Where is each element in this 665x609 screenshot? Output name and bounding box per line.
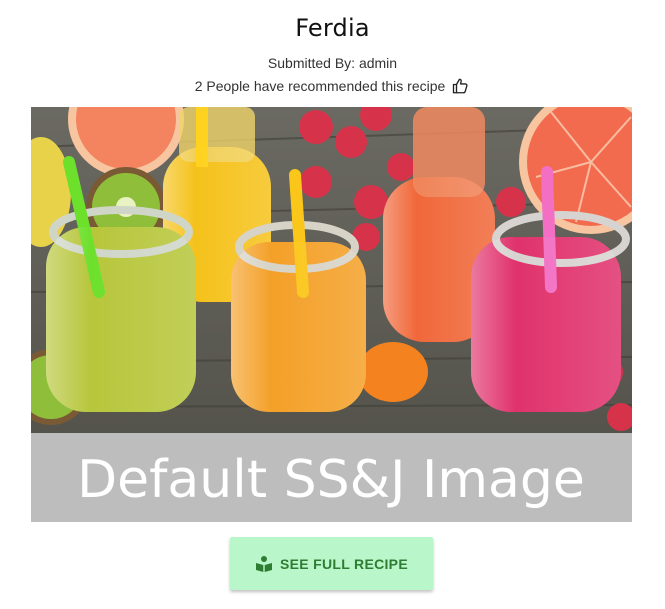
- recommend-count-text: 2 People have recommended this recipe: [194, 78, 446, 94]
- image-caption: Default SS&J Image: [77, 450, 585, 510]
- thumbs-up-icon[interactable]: [452, 77, 470, 95]
- recommend-row: 2 People have recommended this recipe: [0, 77, 665, 95]
- see-full-recipe-button[interactable]: SEE FULL RECIPE: [230, 537, 433, 590]
- see-full-recipe-label: SEE FULL RECIPE: [280, 555, 408, 572]
- book-reader-icon: [255, 555, 273, 572]
- recipe-image: Default SS&J Image: [31, 107, 632, 522]
- recipe-card: Ferdia Submitted By: admin 2 People have…: [0, 0, 665, 609]
- recipe-title: Ferdia: [295, 14, 370, 42]
- submitted-by: Submitted By: admin: [267, 55, 398, 71]
